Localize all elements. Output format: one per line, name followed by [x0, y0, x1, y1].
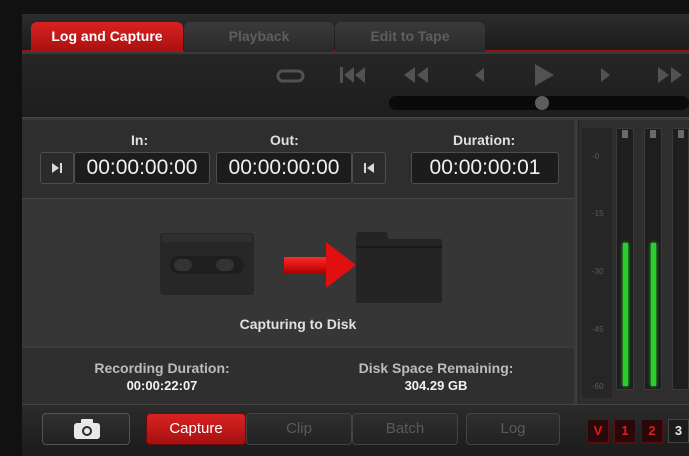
rewind-icon[interactable] [400, 64, 432, 90]
tab-log-and-capture[interactable]: Log and Capture [31, 22, 183, 52]
disk-space-label: Disk Space Remaining: [358, 360, 514, 376]
fast-forward-icon[interactable] [654, 64, 688, 90]
tab-playback[interactable]: Playback [184, 22, 334, 52]
meter-peak-cap [678, 130, 684, 138]
mark-in-button[interactable] [40, 152, 74, 184]
channel-v-toggle[interactable]: V [587, 419, 609, 443]
audio-meter-3 [672, 128, 689, 390]
in-label: In: [131, 132, 149, 148]
clip-button[interactable]: Clip [246, 413, 352, 445]
mark-out-icon [364, 163, 374, 173]
mark-in-icon [52, 163, 62, 173]
meter-scale-label: -15 [592, 209, 604, 218]
duration-timecode-field: 00:00:00:01 [411, 152, 559, 184]
out-timecode-field[interactable]: 00:00:00:00 [216, 152, 352, 184]
capture-button[interactable]: Capture [146, 413, 246, 445]
channel-3-toggle[interactable]: 3 [668, 419, 689, 443]
jog-slider-knob[interactable] [535, 96, 549, 110]
meter-peak-cap [622, 130, 628, 138]
recording-duration-label: Recording Duration: [94, 360, 230, 376]
step-forward-icon[interactable] [596, 64, 616, 90]
meter-scale-label: -0 [592, 152, 600, 161]
audio-meter-level-2 [651, 243, 656, 386]
step-back-icon[interactable] [470, 64, 490, 90]
channel-1-toggle[interactable]: 1 [614, 419, 636, 443]
channel-2-toggle[interactable]: 2 [641, 419, 663, 443]
in-timecode-field[interactable]: 00:00:00:00 [74, 152, 210, 184]
play-icon[interactable] [532, 62, 556, 92]
duration-label: Duration: [453, 132, 516, 148]
meter-peak-cap [650, 130, 656, 138]
meter-scale [582, 128, 612, 398]
disk-space-value: 304.29 GB [404, 378, 468, 393]
mark-out-button[interactable] [352, 152, 386, 184]
camera-icon [74, 419, 100, 439]
meter-scale-label: -45 [592, 325, 604, 334]
log-button[interactable]: Log [466, 413, 560, 445]
out-label: Out: [270, 132, 299, 148]
batch-button[interactable]: Batch [352, 413, 458, 445]
tab-edit-to-tape[interactable]: Edit to Tape [335, 22, 485, 52]
skip-to-start-icon[interactable] [338, 64, 368, 90]
meter-scale-label: -30 [592, 267, 604, 276]
recording-duration-value: 00:00:22:07 [126, 378, 198, 393]
camera-button[interactable] [42, 413, 130, 445]
meter-scale-label: -60 [592, 382, 604, 391]
capture-status-label: Capturing to Disk [239, 316, 357, 332]
recording-info-panel [22, 348, 574, 404]
audio-meter-level-1 [623, 243, 628, 386]
loop-icon[interactable] [276, 64, 306, 90]
